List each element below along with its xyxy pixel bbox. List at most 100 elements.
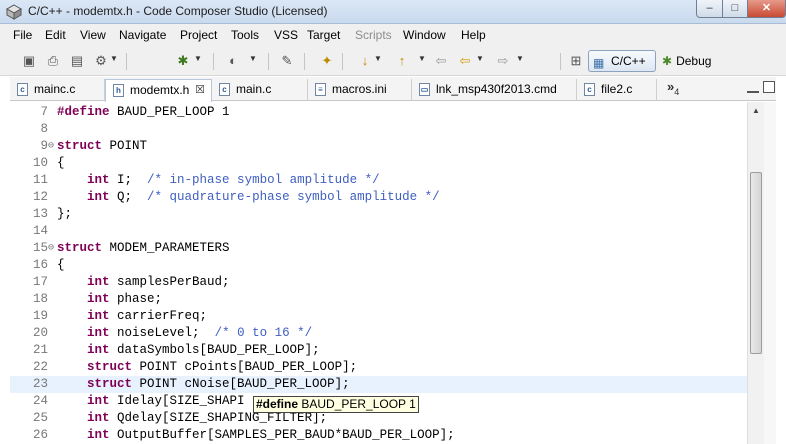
tab-main-c[interactable]: c main.c: [212, 79, 308, 101]
scroll-up-icon[interactable]: ▲: [748, 102, 764, 119]
chevron-down-icon[interactable]: ▼: [249, 54, 257, 63]
code-line[interactable]: 21 int dataSymbols[BAUD_PER_LOOP];: [10, 342, 747, 359]
code-line[interactable]: 18 int phase;: [10, 291, 747, 308]
close-tab-icon[interactable]: ☒: [195, 80, 205, 100]
menu-edit[interactable]: Edit: [45, 28, 66, 42]
tab-overflow-button[interactable]: »4: [667, 79, 679, 97]
code-line[interactable]: 11 int I; /* in-phase symbol amplitude *…: [10, 172, 747, 189]
code-line[interactable]: 13};: [10, 206, 747, 223]
vertical-scrollbar[interactable]: ▲: [747, 102, 764, 444]
code-text: };: [57, 206, 72, 223]
minimize-editor-icon[interactable]: [747, 83, 759, 93]
menu-tools[interactable]: Tools: [231, 28, 259, 42]
code-line[interactable]: 12 int Q; /* quadrature-phase symbol amp…: [10, 189, 747, 206]
tab-macros-ini[interactable]: ≡ macros.ini: [308, 79, 412, 101]
line-number: 20: [32, 326, 48, 340]
menu-view[interactable]: View: [80, 28, 106, 42]
perspective-label: C/C++: [611, 54, 646, 68]
code-line[interactable]: 7 #define BAUD_PER_LOOP 1: [10, 104, 747, 121]
chevron-down-icon[interactable]: ▼: [476, 54, 484, 63]
code-line[interactable]: 16 {: [10, 257, 747, 274]
code-line[interactable]: 9 ⊖ struct POINT: [10, 138, 747, 155]
menu-vss[interactable]: VSS: [274, 28, 298, 42]
menu-file[interactable]: File: [13, 28, 32, 42]
fold-toggle-icon[interactable]: ⊖: [48, 138, 56, 155]
fold-toggle-icon[interactable]: ⊖: [48, 240, 56, 257]
menu-scripts[interactable]: Scripts: [355, 28, 392, 42]
line-number: 23: [32, 377, 48, 391]
tab-label: file2.c: [601, 82, 633, 96]
code-line[interactable]: 15 ⊖ struct MODEM_PARAMETERS: [10, 240, 747, 257]
code-editor[interactable]: 7 #define BAUD_PER_LOOP 1 8 9 ⊖ struct POINT 1…: [10, 102, 747, 444]
keyword-token: int: [87, 394, 110, 408]
perspective-c-cpp[interactable]: ▦ C/C++: [588, 50, 656, 72]
menu-window[interactable]: Window: [403, 28, 446, 42]
code-text: struct POINT: [57, 138, 147, 155]
target-connect-icon[interactable]: ◐: [224, 52, 242, 70]
debug-bug-icon[interactable]: ✱: [174, 52, 192, 70]
line-number: 26: [32, 428, 48, 442]
code-line[interactable]: 20 int noiseLevel; /* 0 to 16 */: [10, 325, 747, 342]
save-icon[interactable]: ▣: [20, 52, 38, 70]
c-file-icon: c: [584, 83, 595, 96]
text-file-icon: ≡: [315, 83, 326, 96]
build-gear-icon[interactable]: ⚙: [92, 52, 110, 70]
chevron-down-icon[interactable]: ▼: [194, 54, 202, 63]
line-number: 21: [32, 343, 48, 357]
scrollbar-thumb[interactable]: [750, 172, 762, 354]
close-window-button[interactable]: ✕: [747, 0, 786, 18]
forward-arrow-icon[interactable]: ⇨: [494, 52, 512, 70]
menu-project[interactable]: Project: [180, 28, 217, 42]
code-line[interactable]: 14: [10, 223, 747, 240]
code-line[interactable]: 10 {: [10, 155, 747, 172]
back-arrow-icon[interactable]: ⇦: [456, 52, 474, 70]
code-token: Idelay[SIZE_SHAPI: [109, 394, 245, 408]
print-icon[interactable]: ⎙: [44, 52, 62, 70]
tab-lnk-cmd[interactable]: ▭ lnk_msp430f2013.cmd: [412, 79, 577, 101]
perspective-debug[interactable]: ✱ Debug: [662, 54, 711, 68]
chevron-down-icon[interactable]: ▼: [418, 54, 426, 63]
last-edit-icon[interactable]: ⇦: [432, 52, 450, 70]
h-file-icon: h: [113, 84, 124, 97]
code-line[interactable]: 8: [10, 121, 747, 138]
code-line[interactable]: 22 struct POINT cPoints[BAUD_PER_LOOP];: [10, 359, 747, 376]
code-token: POINT cPoints[BAUD_PER_LOOP];: [132, 360, 358, 374]
minimize-button[interactable]: –: [696, 0, 723, 18]
line-number: 17: [32, 275, 48, 289]
code-token: MODEM_PARAMETERS: [102, 241, 230, 255]
overflow-count: 4: [674, 87, 680, 97]
c-cpp-perspective-icon: ▦: [593, 56, 605, 70]
menu-help[interactable]: Help: [461, 28, 486, 42]
tab-modemtx-h[interactable]: h modemtx.h ☒: [105, 79, 212, 102]
tab-mainc-c[interactable]: c mainc.c: [10, 79, 105, 101]
debug-bug-icon: ✱: [662, 54, 673, 68]
open-perspective-icon[interactable]: ⊞: [567, 52, 585, 70]
title-bar: C/C++ - modemtx.h - Code Composer Studio…: [0, 0, 786, 24]
main-toolbar: ▣ ⎙ ▤ ⚙ ▼ ✱ ▼ ◐ ▼ ✎ ✦ ↓ ▼ ↑ ▼ ⇦ ⇦ ▼ ⇨ ▼ …: [0, 46, 786, 76]
keyword-token: struct: [57, 241, 103, 255]
overview-ruler: [764, 102, 776, 444]
code-line[interactable]: 17 int samplesPerBaud;: [10, 274, 747, 291]
code-line[interactable]: 26 int OutputBuffer[SAMPLES_PER_BAUD*BAU…: [10, 427, 747, 444]
menu-navigate[interactable]: Navigate: [119, 28, 166, 42]
line-number: 14: [32, 224, 48, 238]
tab-file2-c[interactable]: c file2.c: [577, 79, 657, 101]
maximize-button[interactable]: □: [722, 0, 748, 18]
chevron-down-icon[interactable]: ▼: [374, 54, 382, 63]
chevron-down-icon[interactable]: ▼: [110, 54, 118, 63]
perspective-label: Debug: [676, 54, 712, 68]
previous-annotation-icon[interactable]: ↑: [393, 52, 411, 70]
properties-icon[interactable]: ▤: [68, 52, 86, 70]
menu-target[interactable]: Target: [307, 28, 340, 42]
search-tool-icon[interactable]: ✎: [278, 52, 296, 70]
keyword-token: struct: [87, 377, 133, 391]
next-annotation-icon[interactable]: ↓: [356, 52, 374, 70]
code-token: samplesPerBaud;: [109, 275, 230, 289]
chevron-down-icon[interactable]: ▼: [516, 54, 524, 63]
wand-icon[interactable]: ✦: [318, 52, 336, 70]
maximize-editor-icon[interactable]: [763, 81, 775, 93]
code-line[interactable]: 19 int carrierFreq;: [10, 308, 747, 325]
code-line[interactable]: 23 struct POINT cNoise[BAUD_PER_LOOP];: [10, 376, 747, 393]
toolbar-separator: [213, 53, 214, 70]
